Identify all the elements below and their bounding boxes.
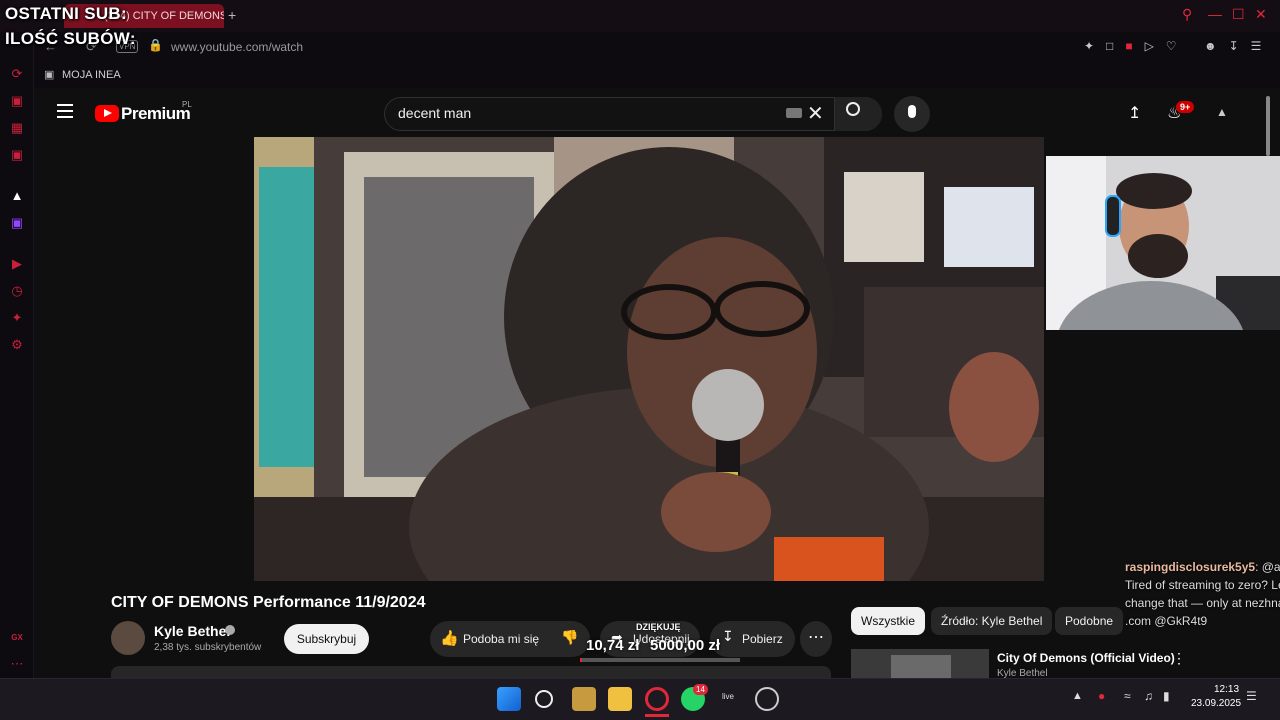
history-icon[interactable]: ◷ [9, 283, 25, 299]
subscriber-count: 2,38 tys. subskrybentów [154, 642, 262, 653]
video-title: CITY OF DEMONS Performance 11/9/2024 [111, 594, 426, 611]
minimize-button[interactable]: — [1208, 6, 1222, 22]
account-icon[interactable]: ▲ [1216, 105, 1228, 119]
tray-expand-icon[interactable]: ▲ [1072, 690, 1083, 702]
chip-source[interactable]: Źródło: Kyle Bethel [931, 607, 1053, 635]
wallet-icon[interactable]: ▦ [9, 120, 25, 136]
search-input[interactable]: decent man [398, 105, 471, 121]
sub-count-label: ILOŚĆ SUBÓW: [5, 29, 136, 48]
search-taskbar-icon[interactable] [535, 690, 553, 708]
lock-icon: 🔒 [148, 38, 163, 52]
bookmark-moja-inea[interactable]: MOJA INEA [62, 69, 121, 81]
battery-icon[interactable]: ▮ [1163, 689, 1170, 703]
app-circle-icon[interactable] [755, 687, 779, 711]
url-field[interactable]: www.youtube.com/watch [171, 40, 303, 54]
chat-line-3: change that — only at nezhna [1125, 596, 1280, 610]
youtube-logo[interactable]: Premium [121, 104, 191, 124]
video-player[interactable] [254, 137, 1044, 581]
rec-title[interactable]: City Of Demons (Official Video) [997, 651, 1175, 665]
close-button[interactable]: ✕ [1255, 6, 1267, 23]
channel-avatar[interactable] [111, 621, 145, 655]
taskbar [0, 678, 1280, 720]
shopping-icon[interactable]: ▣ [9, 93, 25, 109]
maximize-button[interactable]: ☐ [1232, 6, 1245, 23]
download-icon: ↧ [722, 628, 734, 644]
volume-icon[interactable]: ♫ [1144, 689, 1153, 703]
chip-related[interactable]: Podobne [1055, 607, 1124, 635]
clock-time[interactable]: 12:13 [1214, 684, 1239, 695]
chat-line-4: .com @GkR4t9 [1125, 614, 1208, 628]
donation-progress-fill [580, 658, 582, 662]
upload-icon[interactable]: ↥ [1128, 103, 1141, 123]
clear-search-icon[interactable]: ✕ [807, 101, 824, 126]
dislike-icon[interactable]: 👎 [561, 629, 578, 646]
keyboard-icon[interactable] [786, 108, 802, 118]
notifications-tray-icon[interactable]: ☰ [1246, 689, 1257, 703]
bookmark-page-icon: ▣ [44, 69, 55, 81]
live-icon[interactable]: live [722, 692, 734, 701]
app-icon[interactable] [572, 687, 596, 711]
twitch-icon[interactable]: ▣ [9, 215, 25, 231]
messenger-icon[interactable]: ▣ [9, 147, 25, 163]
donation-goal: 5000,00 zł [650, 637, 721, 654]
search-tabs-icon[interactable]: ⚲ [1182, 6, 1192, 23]
donation-amount: 10,74 zł [586, 637, 640, 654]
notification-badge: 9+ [1176, 101, 1195, 113]
mic-tray-icon[interactable]: ● [1098, 689, 1105, 703]
wifi-icon[interactable]: ≈ [1124, 689, 1131, 703]
rec-menu-icon[interactable]: ⋮ [1172, 650, 1186, 667]
last-sub-label: OSTATNI SUB: [5, 4, 127, 23]
settings-icon[interactable]: ⚙ [9, 337, 25, 353]
gx-icon[interactable]: GX [9, 630, 25, 646]
chat-message: raspingdisclosurek5y5: @ad Tired of stre… [1125, 558, 1280, 630]
extensions-icon[interactable]: ✦ [9, 310, 25, 326]
opera-gx-icon[interactable] [645, 687, 669, 711]
menu-icon[interactable] [57, 104, 73, 118]
donation-progress-bar [580, 658, 740, 662]
active-app-indicator [645, 714, 669, 717]
start-icon[interactable] [497, 687, 521, 711]
webcam-frame [1046, 156, 1280, 330]
file-explorer-icon[interactable] [608, 687, 632, 711]
verified-icon [225, 625, 235, 635]
more-icon[interactable]: ⋯ [9, 656, 25, 672]
mic-icon [908, 105, 916, 118]
tiktok-icon[interactable]: ▲ [9, 188, 25, 204]
description-box[interactable] [111, 666, 831, 678]
bookmarks-bar: ▣ MOJA INEA [34, 62, 1280, 88]
rec-thumbnail[interactable] [851, 649, 989, 678]
streamer-webcam [1046, 156, 1280, 330]
subscribe-button[interactable]: Subskrybuj [284, 624, 369, 654]
channel-name[interactable]: Kyle Bethel [154, 623, 230, 639]
chat-line-1: : @ad [1255, 560, 1280, 574]
thanks-label: DZIĘKUJĘ [636, 622, 681, 632]
clock-date[interactable]: 23.09.2025 [1191, 698, 1241, 709]
download-label: Pobierz [742, 632, 783, 646]
chip-all[interactable]: Wszystkie [851, 607, 925, 635]
address-bar: ← ⟳ VPN 🔒 www.youtube.com/watch ✦□■▷♡ ☻↧… [34, 32, 1280, 62]
toolbar-icons[interactable]: ✦□■▷♡ [1084, 39, 1189, 53]
video-frame [254, 137, 1044, 581]
opera-sidebar: ⟳ ▣ ▦ ▣ ▲ ▣ ▶ ◷ ✦ ⚙ GX ⋯ [0, 32, 34, 678]
more-actions-button[interactable]: ⋯ [800, 621, 832, 657]
youtube-logo-icon[interactable] [95, 105, 119, 122]
page-scrollbar[interactable] [1266, 96, 1270, 156]
like-label: Podoba mi się [463, 632, 540, 646]
account-download-menu-icons[interactable]: ☻↧☰ [1204, 39, 1273, 53]
search-icon [846, 102, 860, 116]
player-icon[interactable]: ▶ [9, 256, 25, 272]
chat-username: raspingdisclosurek5y5 [1125, 560, 1256, 574]
new-tab-button[interactable]: + [228, 7, 236, 23]
thumbs-up-icon: 👍 [440, 630, 459, 647]
whatsapp-badge: 14 [693, 684, 708, 695]
aria-icon[interactable]: ⟳ [9, 66, 25, 82]
tab-bar: (334) CITY OF DEMONS Performance 11/9/20… [0, 0, 1280, 32]
chat-line-2: Tired of streaming to zero? Le [1125, 578, 1280, 592]
search-button[interactable] [834, 97, 882, 131]
region-label: PL [182, 100, 192, 109]
